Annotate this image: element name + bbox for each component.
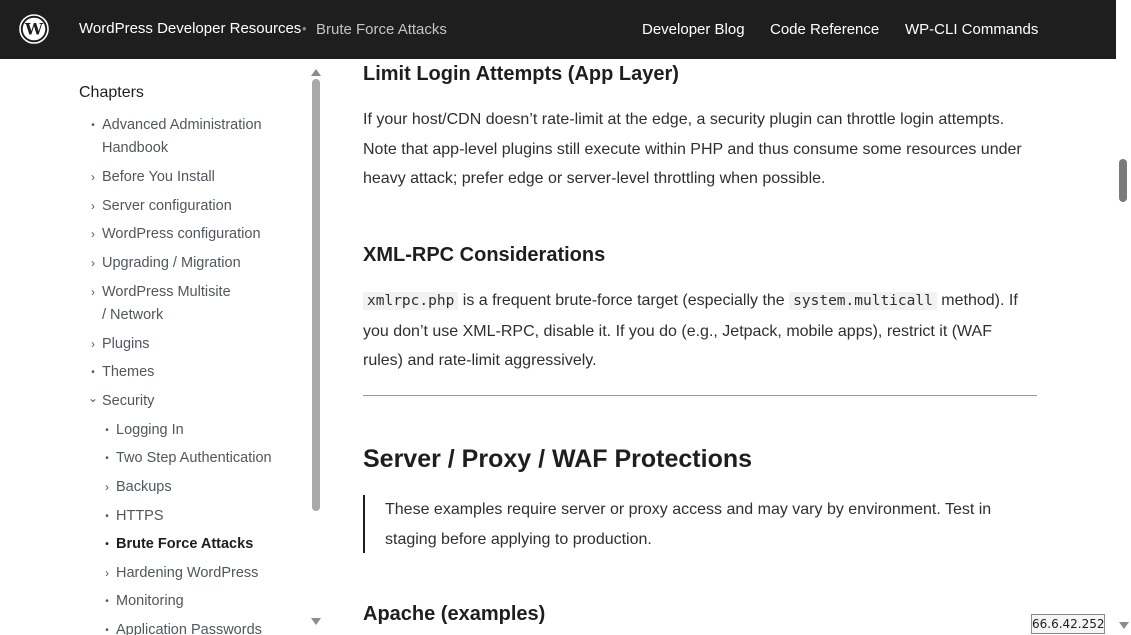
wordpress-logo-icon[interactable]: W	[19, 14, 49, 44]
chevron-right-icon[interactable]: ›	[87, 252, 99, 275]
toc-item-application-passwords[interactable]: • Application Passwords	[105, 619, 262, 635]
scroll-up-arrow-icon[interactable]	[311, 69, 321, 76]
breadcrumb-separator: •	[302, 21, 307, 36]
toc-item-wordpress-multisite-network[interactable]: › WordPress Multisite / Network	[91, 281, 231, 327]
heading-limit-login-attempts: Limit Login Attempts (App Layer)	[363, 63, 679, 85]
bullet-icon: •	[105, 425, 109, 436]
sidebar-scrollbar[interactable]	[311, 69, 321, 625]
bullet-icon: •	[91, 367, 95, 378]
chevron-down-icon[interactable]: ⌄	[87, 387, 99, 410]
paragraph-limit-login: If your host/CDN doesn’t rate-limit at t…	[363, 111, 1022, 188]
code-system-multicall: system.multicall	[789, 292, 937, 310]
nav-wp-cli-commands[interactable]: WP-CLI Commands	[905, 21, 1038, 38]
toc-item-brute-force-attacks[interactable]: • Brute Force Attacks	[105, 533, 253, 556]
chapters-heading: Chapters	[79, 84, 144, 101]
scroll-down-arrow-icon[interactable]	[1119, 622, 1129, 629]
bullet-icon: •	[105, 625, 109, 635]
bullet-icon: •	[105, 539, 109, 550]
toc-item-https[interactable]: • HTTPS	[105, 505, 163, 528]
chevron-right-icon[interactable]: ›	[101, 476, 113, 499]
page-scrollbar-thumb[interactable]	[1119, 159, 1127, 202]
toc-item-before-you-install[interactable]: › Before You Install	[91, 166, 215, 189]
chevron-right-icon[interactable]: ›	[87, 166, 99, 189]
note-blockquote: These examples require server or proxy a…	[363, 495, 1033, 553]
toc-item-server-configuration[interactable]: › Server configuration	[91, 195, 232, 218]
bullet-icon: •	[105, 596, 109, 607]
scroll-down-arrow-icon[interactable]	[311, 618, 321, 625]
nav-code-reference[interactable]: Code Reference	[770, 21, 879, 38]
heading-xml-rpc-considerations: XML-RPC Considerations	[363, 244, 606, 266]
site-header: W WordPress Developer Resources • Brute …	[0, 0, 1116, 59]
toc-item-hardening-wordpress[interactable]: › Hardening WordPress	[105, 562, 258, 585]
paragraph-xml-rpc: xmlrpc.php is a frequent brute-force tar…	[363, 292, 1018, 370]
ip-address-badge: 66.6.42.252	[1031, 614, 1105, 634]
toc-item-two-step-authentication[interactable]: • Two Step Authentication	[105, 447, 271, 470]
sidebar-scrollbar-thumb[interactable]	[312, 79, 320, 511]
heading-apache-examples: Apache (examples)	[363, 603, 546, 625]
breadcrumb-current: Brute Force Attacks	[316, 21, 447, 38]
toc-item-wordpress-configuration[interactable]: › WordPress configuration	[91, 223, 261, 246]
toc-item-backups[interactable]: › Backups	[105, 476, 172, 499]
bullet-icon: •	[105, 453, 109, 464]
nav-developer-blog[interactable]: Developer Blog	[642, 21, 745, 38]
toc-item-themes[interactable]: • Themes	[91, 361, 154, 384]
section-divider	[363, 395, 1037, 396]
toc-item-security[interactable]: ⌄ Security	[88, 390, 154, 413]
chevron-right-icon[interactable]: ›	[87, 281, 99, 304]
article-content: Limit Login Attempts (App Layer) If your…	[363, 59, 1043, 635]
toc-item-plugins[interactable]: › Plugins	[91, 333, 150, 356]
chevron-right-icon[interactable]: ›	[87, 333, 99, 356]
bullet-icon: •	[105, 511, 109, 522]
toc-item-monitoring[interactable]: • Monitoring	[105, 590, 183, 613]
bullet-icon: •	[91, 120, 95, 131]
page-scrollbar[interactable]	[1116, 0, 1131, 635]
toc-item-upgrading-migration[interactable]: › Upgrading / Migration	[91, 252, 241, 275]
chevron-right-icon[interactable]: ›	[87, 223, 99, 246]
chapters-sidebar: Chapters • Advanced Administration Handb…	[0, 59, 330, 635]
heading-server-proxy-waf: Server / Proxy / WAF Protections	[363, 445, 753, 473]
toc-item-logging-in[interactable]: • Logging In	[105, 419, 184, 442]
note-text: These examples require server or proxy a…	[385, 501, 992, 548]
code-xmlrpc-php: xmlrpc.php	[363, 292, 459, 310]
chevron-right-icon[interactable]: ›	[87, 195, 99, 218]
chevron-right-icon[interactable]: ›	[101, 562, 113, 585]
site-title-link[interactable]: WordPress Developer Resources	[79, 20, 301, 37]
toc-item-advanced-administration-handbook[interactable]: • Advanced Administration Handbook	[91, 114, 261, 160]
svg-text:W: W	[24, 20, 44, 39]
